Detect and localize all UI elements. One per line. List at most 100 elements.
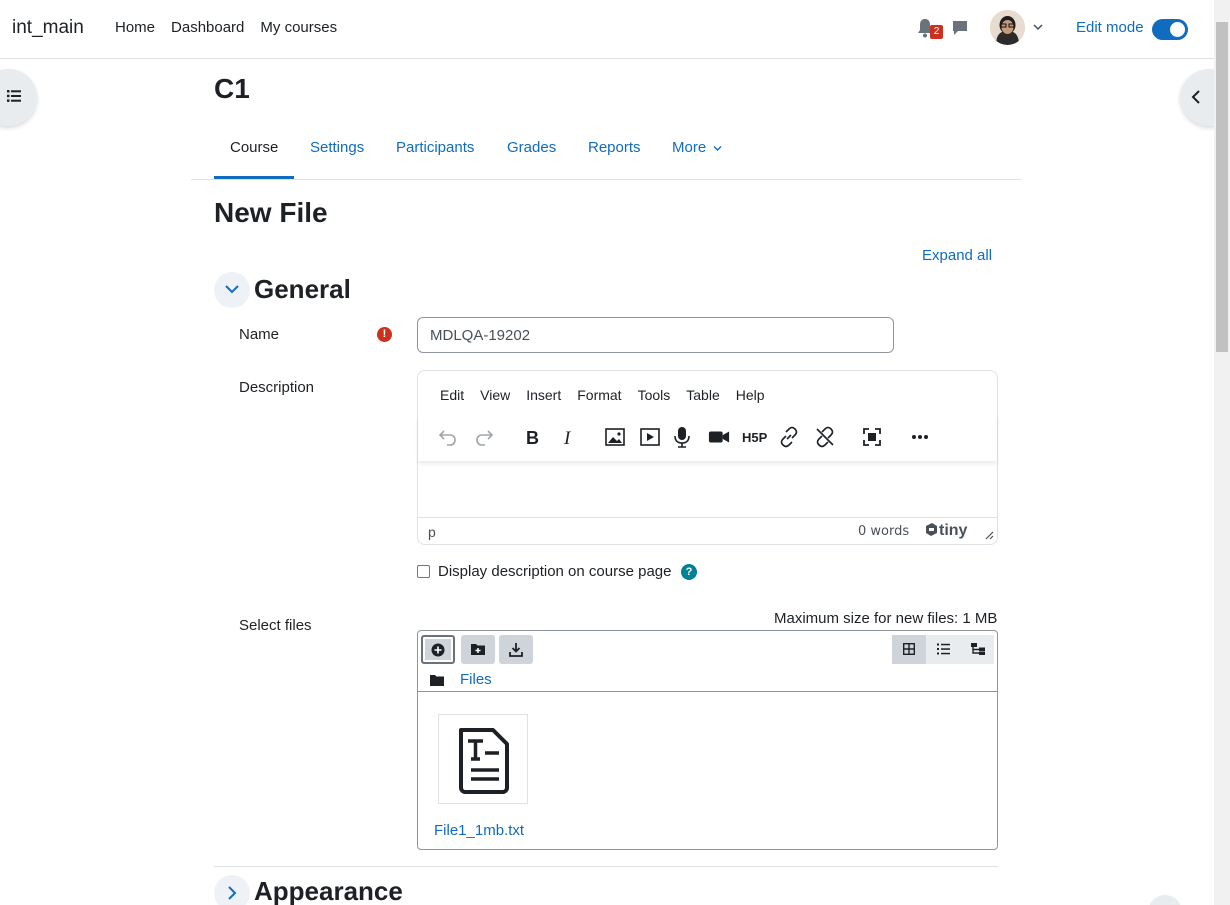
edit-mode-label: Edit mode xyxy=(1076,19,1144,36)
italic-icon[interactable]: I xyxy=(557,426,579,448)
required-icon: ! xyxy=(377,327,392,342)
menu-edit[interactable]: Edit xyxy=(440,387,464,403)
resize-handle-icon[interactable] xyxy=(984,530,994,540)
chevron-down-icon xyxy=(225,285,239,294)
open-course-index-button[interactable] xyxy=(0,69,37,126)
view-tree-button[interactable] xyxy=(960,635,994,664)
redo-icon[interactable] xyxy=(473,426,495,448)
menu-help[interactable]: Help xyxy=(736,387,765,403)
user-avatar[interactable] xyxy=(990,10,1025,45)
general-section-toggle[interactable] xyxy=(214,272,250,308)
list-icon xyxy=(7,90,21,102)
active-tab-indicator xyxy=(214,176,294,179)
svg-text:H5P: H5P xyxy=(742,430,768,445)
chevron-down-icon xyxy=(713,146,722,151)
site-name[interactable]: int_main xyxy=(12,17,84,39)
description-editor: Edit View Insert Format Tools Table Help… xyxy=(417,370,998,545)
more-toolbar-icon[interactable] xyxy=(909,426,931,448)
tab-grades[interactable]: Grades xyxy=(507,139,556,156)
appearance-section-title[interactable]: Appearance xyxy=(254,876,403,905)
file-manager-divider xyxy=(418,691,997,692)
avatar-photo-icon xyxy=(990,10,1025,45)
scrollbar-thumb[interactable] xyxy=(1216,22,1228,352)
file-manager: Files File1_1mb.txt xyxy=(417,630,998,850)
name-label: Name xyxy=(239,326,280,343)
file-name-link[interactable]: File1_1mb.txt xyxy=(434,822,524,839)
messages-icon[interactable] xyxy=(952,20,968,36)
svg-text:I: I xyxy=(563,428,572,448)
file-path-breadcrumb: Files xyxy=(430,671,492,688)
link-icon[interactable] xyxy=(778,426,800,448)
file-thumbnail[interactable] xyxy=(438,714,528,804)
menu-insert[interactable]: Insert xyxy=(526,387,561,403)
editor-element-path[interactable]: p xyxy=(428,524,436,540)
nav-dashboard[interactable]: Dashboard xyxy=(171,19,244,36)
top-navbar: int_main Home Dashboard My courses 2 Edi… xyxy=(0,0,1214,59)
back-to-top-button[interactable] xyxy=(1148,895,1182,905)
media-icon[interactable] xyxy=(639,426,661,448)
download-icon xyxy=(509,643,523,657)
course-title: C1 xyxy=(214,73,250,104)
unlink-icon[interactable] xyxy=(814,426,836,448)
add-file-button[interactable] xyxy=(421,635,455,664)
course-secondary-navigation: Course Settings Participants Grades Repo… xyxy=(191,120,1021,180)
menu-view[interactable]: View xyxy=(480,387,510,403)
record-video-icon[interactable] xyxy=(708,426,730,448)
grid-icon xyxy=(903,643,915,655)
tab-reports[interactable]: Reports xyxy=(588,139,641,156)
svg-text:B: B xyxy=(526,428,539,448)
tiny-brand-text: tiny xyxy=(939,522,968,539)
text-file-icon xyxy=(459,728,509,794)
menu-format[interactable]: Format xyxy=(577,387,621,403)
chevron-left-icon xyxy=(1191,90,1200,104)
tree-icon xyxy=(971,643,985,655)
view-details-button[interactable] xyxy=(926,635,960,664)
select-files-label: Select files xyxy=(239,617,312,634)
name-input[interactable] xyxy=(417,317,894,353)
undo-icon[interactable] xyxy=(437,426,459,448)
help-icon[interactable]: ? xyxy=(681,564,697,580)
bold-icon[interactable]: B xyxy=(521,426,543,448)
display-description-option: Display description on course page xyxy=(417,563,671,580)
editor-content-area[interactable] xyxy=(418,461,997,518)
tab-more[interactable]: More xyxy=(672,139,722,156)
editor-toolbar: B I H5P xyxy=(418,415,997,461)
primary-navigation: Home Dashboard My courses xyxy=(115,19,337,36)
max-file-size-text: Maximum size for new files: 1 MB xyxy=(774,610,998,627)
description-label: Description xyxy=(239,379,315,396)
record-audio-icon[interactable] xyxy=(671,426,693,448)
view-icons-button[interactable] xyxy=(892,635,926,664)
tiny-logo[interactable]: tiny xyxy=(924,522,967,540)
menu-tools[interactable]: Tools xyxy=(638,387,671,403)
chevron-right-icon xyxy=(228,886,237,900)
list-icon xyxy=(937,643,950,655)
page-title: New File xyxy=(214,197,328,228)
download-all-button[interactable] xyxy=(499,635,533,664)
display-description-checkbox[interactable] xyxy=(417,565,430,578)
folder-plus-icon xyxy=(471,644,485,655)
create-folder-button[interactable] xyxy=(461,635,495,664)
folder-icon xyxy=(430,674,444,686)
section-divider xyxy=(214,866,998,867)
expand-all-link[interactable]: Expand all xyxy=(922,247,992,264)
general-section-title[interactable]: General xyxy=(254,274,351,305)
fullscreen-icon[interactable] xyxy=(861,426,883,448)
menu-table[interactable]: Table xyxy=(686,387,719,403)
editor-menubar: Edit View Insert Format Tools Table Help xyxy=(440,387,781,403)
image-icon[interactable] xyxy=(604,426,626,448)
nav-home[interactable]: Home xyxy=(115,19,155,36)
tiny-logo-icon xyxy=(926,523,937,536)
h5p-icon[interactable]: H5P xyxy=(742,426,768,448)
edit-mode-toggle[interactable] xyxy=(1152,19,1188,40)
user-menu-chevron-icon[interactable] xyxy=(1033,22,1043,32)
files-folder-link[interactable]: Files xyxy=(460,671,492,688)
notification-count-badge: 2 xyxy=(930,25,943,39)
display-description-label[interactable]: Display description on course page xyxy=(438,563,671,580)
appearance-section-toggle[interactable] xyxy=(214,875,250,905)
tab-more-label: More xyxy=(672,139,707,156)
tab-course[interactable]: Course xyxy=(230,139,278,156)
editor-word-count[interactable]: 0 words xyxy=(858,524,909,539)
tab-settings[interactable]: Settings xyxy=(310,139,364,156)
tab-participants[interactable]: Participants xyxy=(396,139,474,156)
nav-my-courses[interactable]: My courses xyxy=(260,19,337,36)
